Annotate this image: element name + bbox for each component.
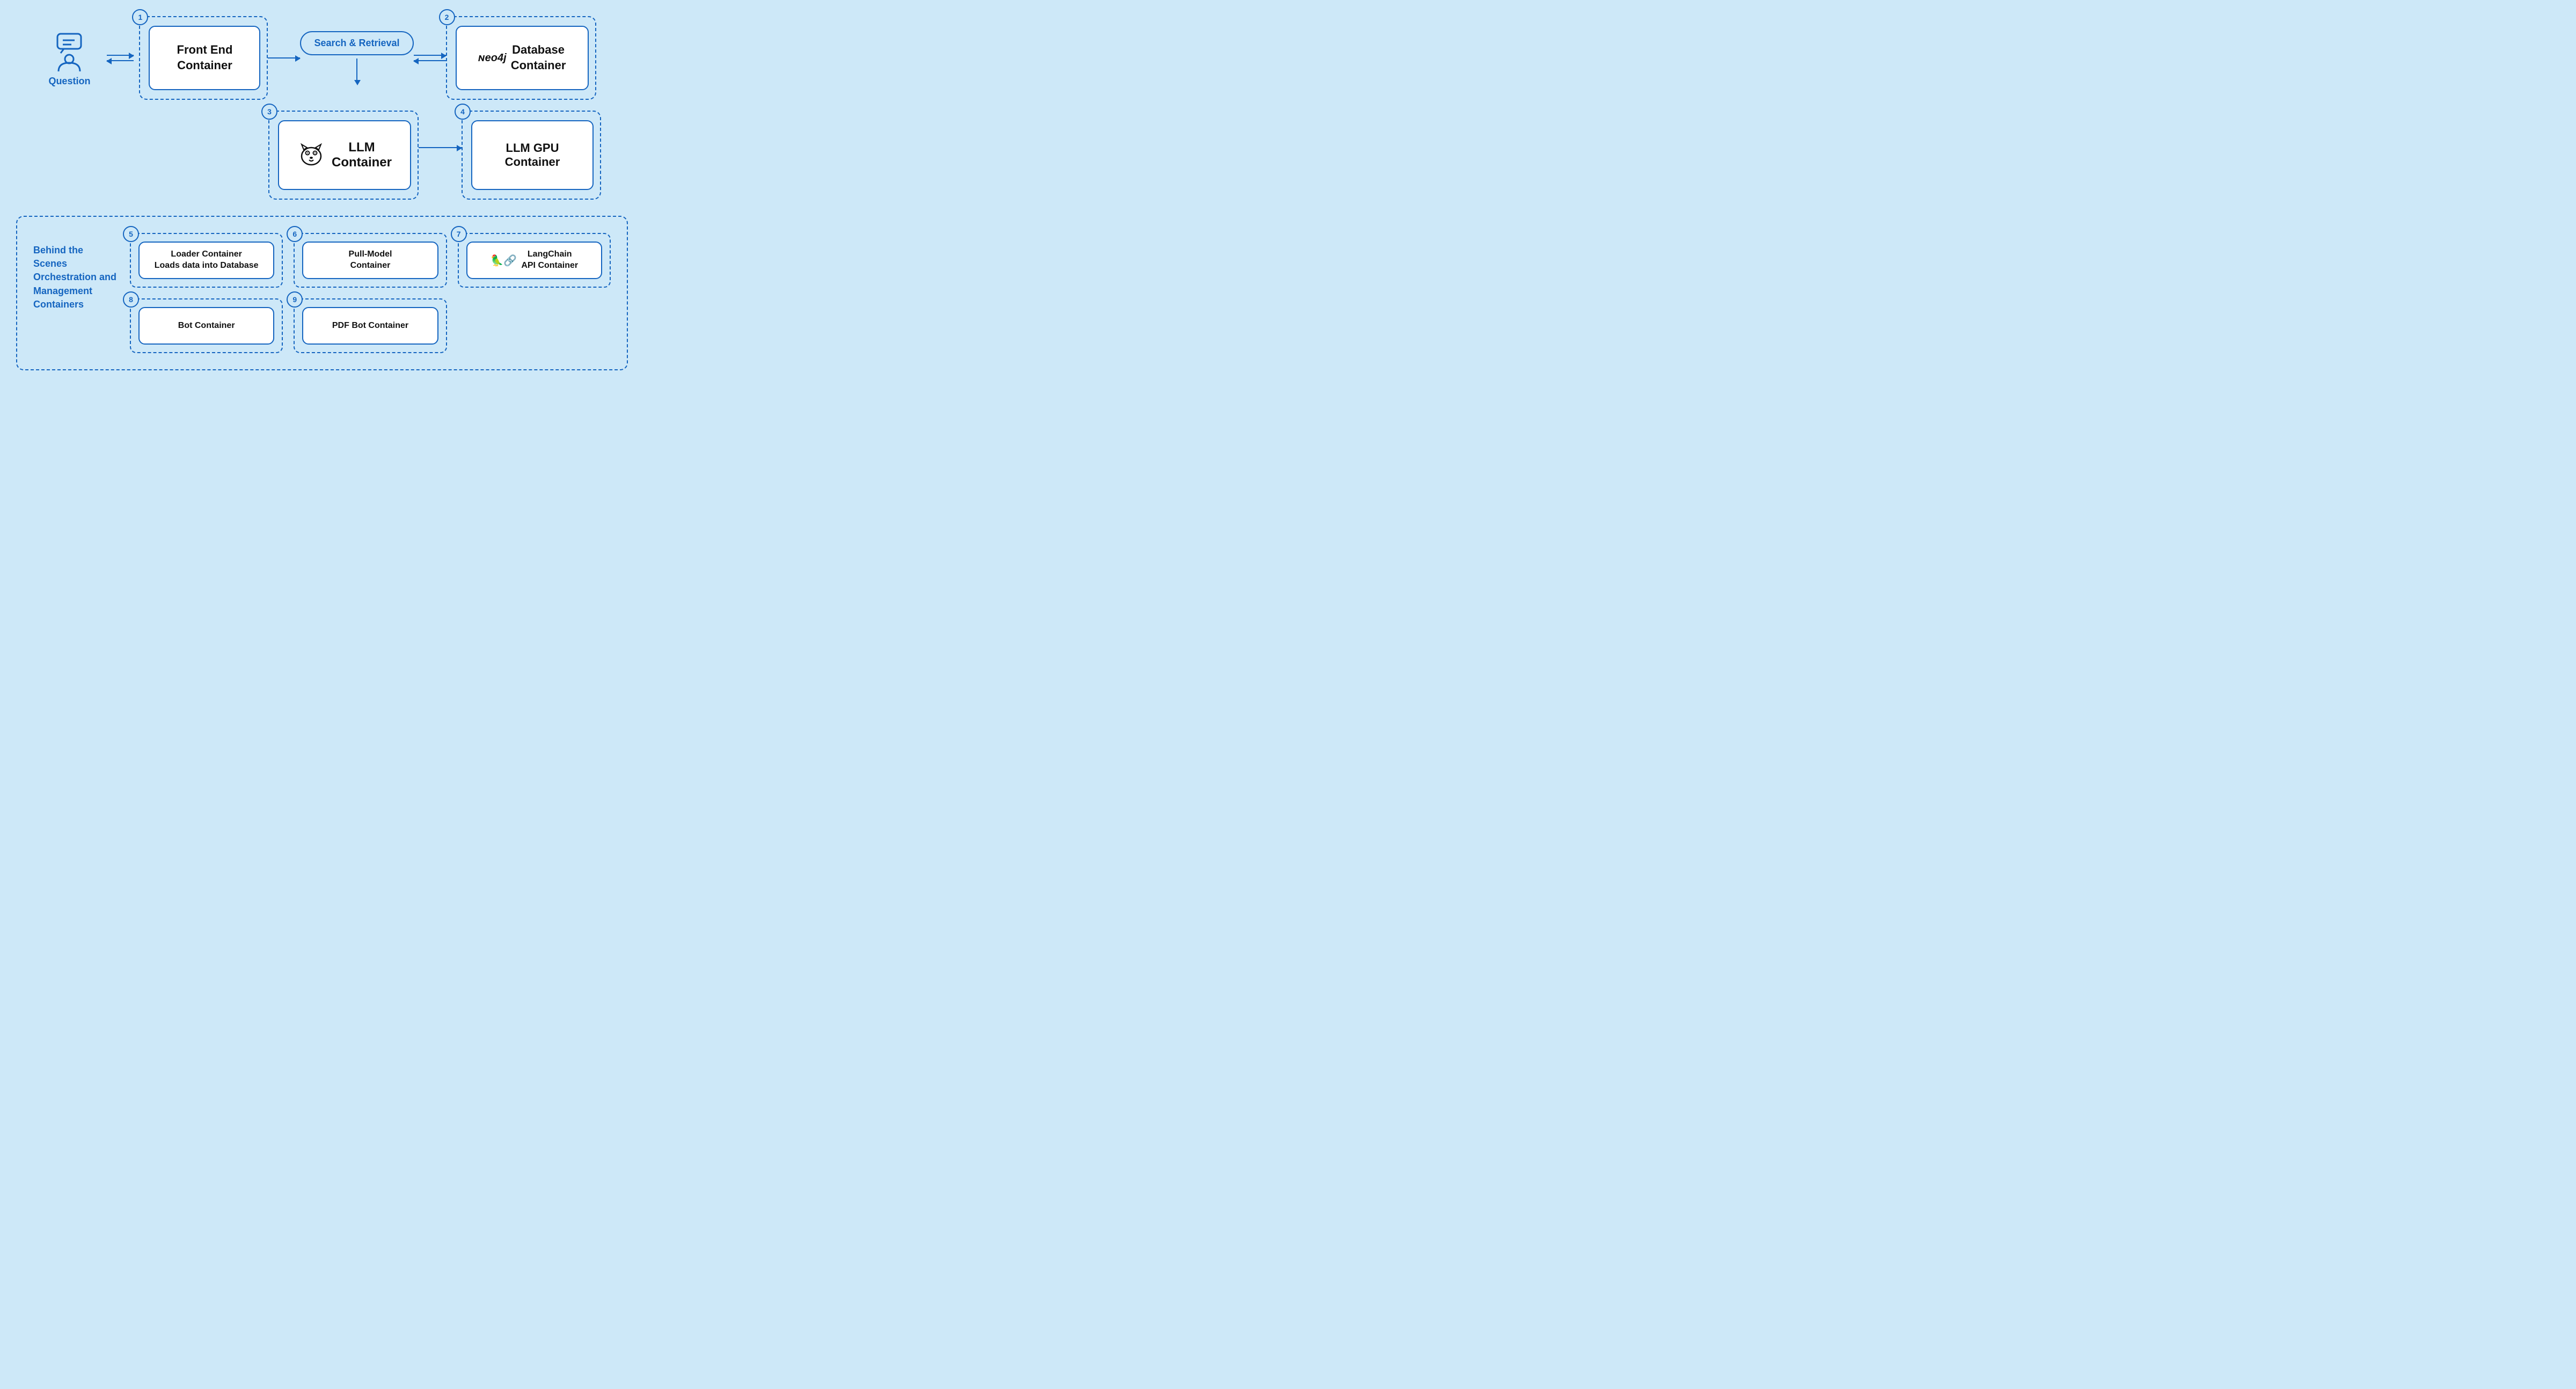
langchain-dashed-box: 7 🦜🔗 LangChainAPI Container [458, 233, 611, 288]
llm-badge: 3 [261, 104, 277, 120]
arrow-right-1 [107, 55, 134, 56]
database-badge: 2 [439, 9, 455, 25]
neo4j-logo: ɴeo4j [478, 52, 507, 64]
arrow-from-db [414, 60, 446, 61]
database-container-wrap: 2 ɴeo4j DatabaseContainer [446, 16, 596, 100]
pullmodel-dashed-box: 6 Pull-ModelContainer [294, 233, 447, 288]
llm-inner-box: LLMContainer [278, 120, 411, 190]
db-label-row: ɴeo4j DatabaseContainer [478, 42, 566, 73]
bot-dashed-box: 8 Bot Container [130, 298, 283, 353]
top-row: Question 1 Front EndContainer [16, 16, 628, 100]
architecture-diagram: Question 1 Front EndContainer [16, 16, 628, 370]
pdfbot-inner-box: PDF Bot Container [302, 307, 438, 345]
langchain-label: LangChainAPI Container [521, 249, 578, 272]
question-area: Question [48, 30, 91, 87]
search-center-col: Search & Retrieval [300, 31, 413, 85]
pdfbot-container-item: 9 PDF Bot Container [294, 298, 447, 353]
llm-dashed-box: 3 [268, 111, 419, 200]
arrowhead [106, 58, 112, 64]
search-retrieval-pill: Search & Retrieval [300, 31, 413, 55]
gpu-badge: 4 [455, 104, 471, 120]
down-arrow-container [354, 59, 361, 85]
llm-text-col: LLMContainer [332, 140, 392, 170]
arrowhead [129, 53, 134, 59]
empty-cell [458, 298, 611, 353]
llm-to-gpu-arrow-wrap [419, 147, 462, 148]
bot-badge: 8 [123, 291, 139, 308]
bot-inner-box: Bot Container [138, 307, 274, 345]
behind-scenes-label: Behind the ScenesOrchestration andManage… [33, 244, 119, 311]
arrowhead [295, 55, 301, 62]
gpu-container-wrap: 4 LLM GPUContainer [462, 111, 601, 200]
langchain-icon: 🦜🔗 [491, 254, 517, 267]
frontend-container-wrap: 1 Front EndContainer [139, 16, 268, 100]
database-inner-box: ɴeo4j DatabaseContainer [456, 26, 589, 90]
pdfbot-badge: 9 [287, 291, 303, 308]
llm-label: LLMContainer [332, 140, 392, 170]
arrowhead [413, 58, 419, 64]
question-label: Question [48, 76, 90, 87]
pullmodel-inner-box: Pull-ModelContainer [302, 242, 438, 279]
user-question-icon [48, 30, 91, 72]
pdfbot-dashed-box: 9 PDF Bot Container [294, 298, 447, 353]
search-db-arrows [414, 55, 446, 61]
frontend-label: Front EndContainer [177, 42, 233, 73]
frontend-inner-box: Front EndContainer [149, 26, 260, 90]
langchain-container-item: 7 🦜🔗 LangChainAPI Container [458, 233, 611, 288]
gpu-label: LLM GPUContainer [505, 141, 560, 169]
llm-container-wrap: 3 [268, 111, 419, 200]
arrow-left-1 [107, 60, 134, 61]
loader-badge: 5 [123, 226, 139, 242]
bot-label: Bot Container [178, 320, 235, 332]
pullmodel-container-item: 6 Pull-ModelContainer [294, 233, 447, 288]
bot-container-item: 8 Bot Container [130, 298, 283, 353]
behind-scenes-section: Behind the ScenesOrchestration andManage… [16, 216, 628, 370]
frontend-dashed-box: 1 Front EndContainer [139, 16, 268, 100]
v-line [356, 59, 357, 80]
llm-to-gpu-arrow [419, 147, 462, 148]
behind-scenes-grid: 5 Loader ContainerLoads data into Databa… [130, 233, 611, 353]
down-arrowhead [354, 80, 361, 85]
gpu-dashed-box: 4 LLM GPUContainer [462, 111, 601, 200]
loader-inner-box: Loader ContainerLoads data into Database [138, 242, 274, 279]
arrow-to-db [414, 55, 446, 56]
pdfbot-label: PDF Bot Container [332, 320, 408, 332]
q-fe-arrows [107, 55, 134, 61]
middle-row: 3 [16, 111, 628, 200]
database-label: DatabaseContainer [511, 42, 566, 73]
ollama-icon [297, 141, 325, 169]
loader-container-item: 5 Loader ContainerLoads data into Databa… [130, 233, 283, 288]
loader-label: Loader ContainerLoads data into Database [155, 249, 259, 272]
pullmodel-badge: 6 [287, 226, 303, 242]
pullmodel-label: Pull-ModelContainer [349, 249, 392, 272]
gpu-inner-box: LLM GPUContainer [471, 120, 594, 190]
frontend-badge: 1 [132, 9, 148, 25]
langchain-badge: 7 [451, 226, 467, 242]
database-dashed-box: 2 ɴeo4j DatabaseContainer [446, 16, 596, 100]
loader-dashed-box: 5 Loader ContainerLoads data into Databa… [130, 233, 283, 288]
fe-to-search-arrow [268, 57, 300, 59]
langchain-inner-box: 🦜🔗 LangChainAPI Container [466, 242, 602, 279]
